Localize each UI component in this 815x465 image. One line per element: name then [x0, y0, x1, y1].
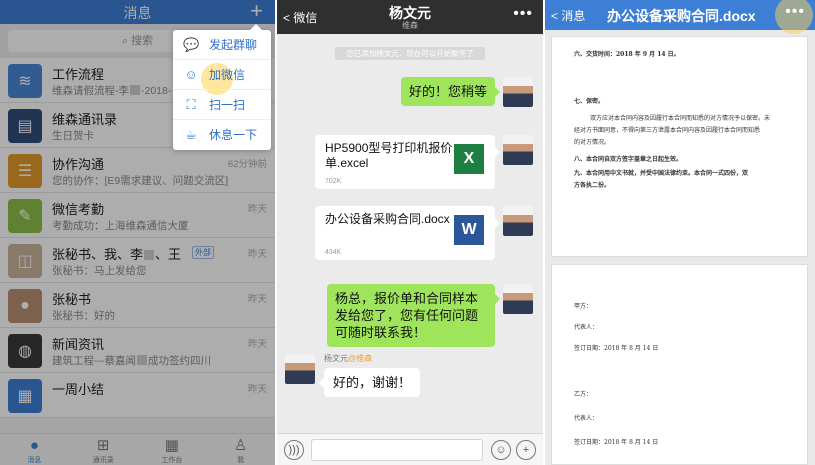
emoji-icon[interactable]: ☺	[491, 440, 511, 460]
doc-nav-bar: < 消息 办公设备采购合同.docx •••	[545, 0, 815, 34]
doc-line: 方各执二份。	[574, 182, 611, 189]
avatar[interactable]	[285, 354, 315, 384]
avatar[interactable]	[503, 77, 533, 107]
excel-file-icon: X	[454, 144, 484, 174]
menu-label: 发起群聊	[209, 38, 258, 52]
signature-line: 甲方：	[574, 303, 593, 310]
menu-label: 休息一下	[209, 128, 258, 142]
menu-label: 加微信	[209, 68, 246, 82]
doc-title: 办公设备采购合同.docx	[607, 8, 756, 24]
doc-line: 双方应对本合同内容及因履行本合同而知悉的对方情况予以保密。未	[590, 115, 771, 122]
message-bubble-incoming[interactable]: 好的，谢谢！	[318, 368, 421, 397]
message-bubble-outgoing[interactable]: 杨总，报价单和合同样本发给您了，您有任何问题可随时联系我！	[327, 284, 500, 347]
signature-line: 签订日期：2018 年 8 月 14 日	[574, 345, 659, 352]
doc-line: 经对方书面同意，不得向第三方泄露本合同内容及因履行本合同而知悉	[574, 127, 761, 134]
file-size: 434K	[325, 249, 342, 256]
wechat-icon: ☺	[184, 67, 198, 82]
signature-line: 代表人：	[574, 415, 599, 422]
screenshot-collage: 消息 + ⌕ 搜索 ≋ 工作流程 维森请假流程-李 -2018- ▤ 维森通讯录 …	[0, 0, 815, 465]
file-size: 702K	[325, 178, 342, 185]
document-viewer-screen: < 消息 办公设备采购合同.docx ••• 六、交货时间：2018 年 9 月…	[545, 0, 815, 465]
file-name: 办公设备采购合同.docx	[325, 212, 450, 226]
avatar[interactable]	[503, 284, 533, 314]
chat-icon: 💬	[183, 37, 200, 52]
sender-name: 杨文元@维森	[324, 353, 372, 364]
doc-line: 九、本合同用中文书就，并受中国法律约束。本合同一式四份，双	[574, 170, 749, 177]
sender-name-text: 杨文元	[324, 354, 348, 363]
message-input[interactable]	[311, 439, 483, 461]
chat-input-bar: ))) ☺ +	[277, 433, 543, 465]
menu-item-scan[interactable]: ⛶ 扫一扫	[173, 90, 271, 120]
doc-line: 的对方情况。	[574, 139, 611, 146]
menu-label: 扫一扫	[209, 98, 246, 112]
signature-line: 乙方：	[574, 391, 593, 398]
coffee-icon: ☕	[185, 127, 197, 142]
doc-line: 七、保密。	[574, 98, 605, 105]
word-file-icon: W	[454, 215, 484, 245]
avatar[interactable]	[503, 206, 533, 236]
chat-nav-bar: < 微信 杨文元 维森 •••	[277, 0, 543, 34]
file-message-word[interactable]: 办公设备采购合同.docx 434K W	[315, 206, 500, 260]
back-label: 消息	[561, 9, 586, 23]
sender-org: @维森	[348, 354, 373, 363]
chat-screen: < 微信 杨文元 维森 ••• 您已添加杨文元，现在可以开始聊天了 好的！您稍等…	[277, 0, 543, 465]
system-tip: 您已添加杨文元，现在可以开始聊天了	[335, 47, 485, 60]
document-page-2: 甲方： 代表人： 签订日期：2018 年 8 月 14 日 乙方： 代表人： 签…	[551, 264, 808, 465]
menu-item-add-wechat[interactable]: ☺ 加微信	[173, 60, 271, 90]
doc-line: 八、本合同自双方签字盖章之日起生效。	[574, 156, 683, 163]
file-message-excel[interactable]: HP5900型号打印机报价单.excel 702K X	[315, 135, 500, 189]
back-button[interactable]: < 消息	[551, 7, 585, 24]
file-name: HP5900型号打印机报价单.excel	[325, 141, 453, 170]
messages-screen: 消息 + ⌕ 搜索 ≋ 工作流程 维森请假流程-李 -2018- ▤ 维森通讯录 …	[0, 0, 275, 465]
document-page-1: 六、交货时间：2018 年 9 月 14 日。 七、保密。 双方应对本合同内容及…	[551, 36, 808, 257]
signature-line: 代表人：	[574, 324, 599, 331]
doc-line: 六、交货时间：2018 年 9 月 14 日。	[574, 51, 680, 58]
plus-menu-popup: 💬 发起群聊 ☺ 加微信 ⛶ 扫一扫 ☕ 休息一下	[173, 24, 271, 150]
menu-item-break[interactable]: ☕ 休息一下	[173, 120, 271, 150]
add-attachment-icon[interactable]: +	[516, 440, 536, 460]
message-bubble-outgoing[interactable]: 好的！您稍等	[400, 77, 501, 106]
voice-icon[interactable]: )))	[284, 440, 304, 460]
menu-item-group-chat[interactable]: 💬 发起群聊	[173, 30, 271, 60]
chat-subtitle: 维森	[402, 21, 418, 30]
signature-line: 签订日期：2018 年 8 月 14 日	[574, 439, 659, 446]
scan-icon: ⛶	[186, 97, 196, 112]
more-icon[interactable]: •••	[513, 5, 533, 23]
more-icon[interactable]: •••	[785, 3, 805, 21]
avatar[interactable]	[503, 135, 533, 165]
